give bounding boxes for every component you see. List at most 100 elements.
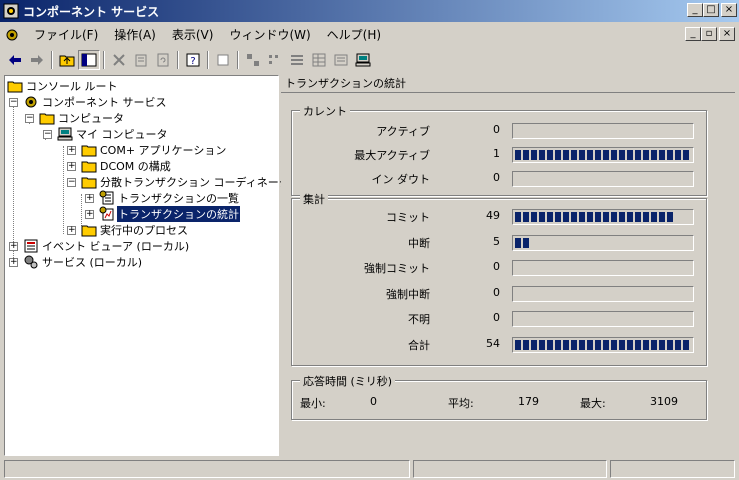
transaction-list-icon [99,190,114,205]
tree-item-computers[interactable]: コンピュータ [39,110,125,126]
properties-button[interactable] [130,50,152,70]
console-tree[interactable]: コンソール ルート − コンポーネント サービス − コンピュータ − マイ コ… [4,75,290,456]
statistics-view: カレント アクティブ 0 最大アクティブ 1 イン ダウト 0 集計 コミット … [281,94,735,456]
forward-button[interactable] [26,50,48,70]
status-pane-tertiary [610,460,735,478]
tree-item-label: トランザクションの一覧 [118,192,239,205]
back-button[interactable] [4,50,26,70]
forced-commit-bar [512,260,694,276]
max-label: 最大: [580,397,606,410]
collapse-toggle[interactable]: − [9,98,18,107]
tree-item-label: 実行中のプロセス [100,224,188,237]
tree-item-console-root[interactable]: コンソール ルート [7,78,119,94]
refresh-button[interactable] [152,50,174,70]
tree-item-transaction-list[interactable]: トランザクションの一覧 [99,190,240,206]
expand-toggle[interactable]: + [67,146,76,155]
component-services-app-icon [3,3,19,19]
in-doubt-value: 0 [493,171,500,184]
min-value: 0 [370,395,377,408]
delete-button[interactable] [108,50,130,70]
collapse-toggle[interactable]: − [67,178,76,187]
aggregate-group-title: 集計 [300,191,328,207]
show-hide-tree-icon [81,53,97,67]
mdi-minimize-button[interactable]: _ [685,27,701,41]
view-options-icon [334,54,348,66]
toolbar: ? [0,48,739,72]
expand-toggle[interactable]: + [9,242,18,251]
tree-item-component-services[interactable]: コンポーネント サービス [23,94,168,110]
minimize-button[interactable]: _ [687,3,703,17]
collapse-toggle[interactable]: − [25,114,34,123]
svg-text:?: ? [190,56,195,67]
forced-commit-label: 強制コミット [364,262,430,275]
maximize-button[interactable]: □ [703,3,719,17]
large-icons-icon [247,54,259,66]
max-active-value: 1 [493,147,500,160]
min-label: 最小: [300,397,326,410]
unknown-value: 0 [493,311,500,324]
list-button[interactable] [286,50,308,70]
new-window-button[interactable] [212,50,234,70]
forced-abort-label: 強制中断 [386,288,430,301]
small-icons-button[interactable] [264,50,286,70]
status-bar [0,458,739,480]
expand-toggle[interactable]: + [85,194,94,203]
folder-icon [81,161,97,173]
menu-action[interactable]: 操作(A) [106,26,164,44]
toolbar-separator [177,51,179,69]
in-doubt-label: イン ダウト [371,173,431,186]
total-bar [512,337,694,353]
mdi-restore-button[interactable]: ▫ [701,27,717,41]
toolbar-separator [207,51,209,69]
close-button[interactable]: × [721,3,737,17]
expand-toggle[interactable]: + [67,226,76,235]
abort-value: 5 [493,235,500,248]
tree-item-label: DCOM の構成 [100,160,171,173]
total-value: 54 [486,337,500,350]
menu-window[interactable]: ウィンドウ(W) [221,26,318,44]
toolbar-separator [237,51,239,69]
tree-item-my-computer[interactable]: マイ コンピュータ [57,126,169,142]
tree-item-services[interactable]: サービス (ローカル) [23,254,143,270]
event-viewer-icon [24,239,38,253]
help-button[interactable]: ? [182,50,204,70]
tree-item-transaction-statistics[interactable]: トランザクションの統計 [99,206,240,222]
up-one-level-button[interactable] [56,50,78,70]
tree-item-com-plus-applications[interactable]: COM+ アプリケーション [81,142,227,158]
status-pane-secondary [413,460,607,478]
tree-item-dtc[interactable]: 分散トランザクション コーディネータ [81,174,291,190]
unknown-bar [512,311,694,327]
computer-button[interactable] [352,50,374,70]
detail-button[interactable] [308,50,330,70]
expand-toggle[interactable]: + [9,258,18,267]
mdi-close-button[interactable]: × [719,27,735,41]
mdi-system-menu-icon[interactable] [4,27,20,43]
list-icon [291,55,303,65]
refresh-icon [157,53,169,67]
tree-item-dcom-config[interactable]: DCOM の構成 [81,158,172,174]
folder-icon [81,225,97,237]
active-label: アクティブ [376,125,430,138]
tree-item-event-viewer[interactable]: イベント ビューア (ローカル) [23,238,190,254]
menu-file[interactable]: ファイル(F) [26,26,106,44]
collapse-toggle[interactable]: − [43,130,52,139]
unknown-label: 不明 [408,313,430,326]
aggregate-group: 集計 コミット 49 中断 5 強制コミット 0 強制中断 0 不明 0 合計 … [291,191,707,366]
expand-toggle[interactable]: + [85,210,94,219]
forced-abort-bar [512,286,694,302]
large-icons-button[interactable] [242,50,264,70]
services-icon [24,255,38,269]
computer-icon [355,53,371,67]
folder-icon [7,81,23,93]
show-hide-tree-button[interactable] [78,50,100,70]
component-services-icon [25,96,37,108]
tree-item-label: マイ コンピュータ [76,128,168,141]
title-bar[interactable]: コンポーネント サービス _ □ × [0,0,739,22]
menu-view[interactable]: 表示(V) [164,26,222,44]
view-options-button[interactable] [330,50,352,70]
forced-abort-value: 0 [493,286,500,299]
tree-item-running-processes[interactable]: 実行中のプロセス [81,222,189,238]
tree-connector [63,146,64,234]
expand-toggle[interactable]: + [67,162,76,171]
menu-help[interactable]: ヘルプ(H) [319,26,389,44]
